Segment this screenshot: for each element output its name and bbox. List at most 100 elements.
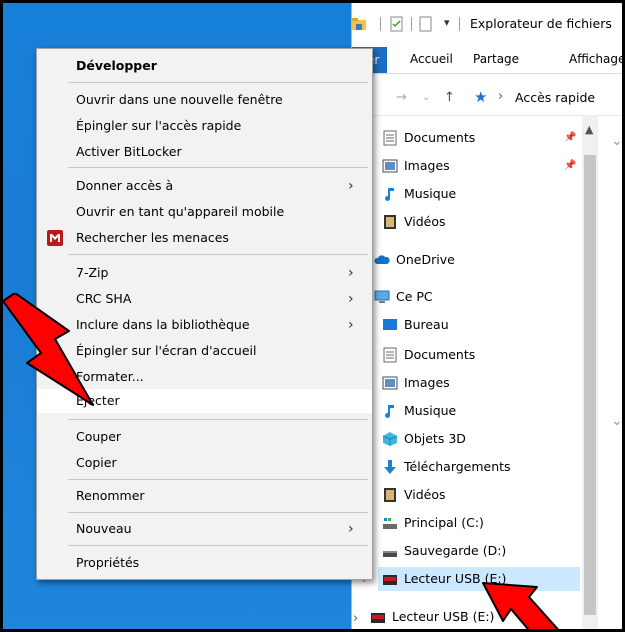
- images-icon: [382, 159, 398, 172]
- menu-item-open-mobile-device[interactable]: Ouvrir en tant qu'appareil mobile: [37, 200, 372, 224]
- menu-item-cut[interactable]: Couper: [37, 425, 372, 449]
- desktop-icon: [383, 318, 397, 330]
- tree-item-label: Objets 3D: [404, 431, 466, 446]
- submenu-chevron-icon: ›: [348, 317, 354, 333]
- title-bar: ▾ Explorateur de fichiers: [352, 3, 622, 45]
- tree-item-music[interactable]: Musique: [382, 182, 456, 206]
- document-icon: [383, 347, 397, 362]
- menu-separator: [68, 479, 368, 480]
- menu-item-scan-threats[interactable]: Rechercher les menaces: [37, 226, 372, 250]
- tree-item-drive-d[interactable]: Sauvegarde (D:): [382, 539, 506, 563]
- tree-item-drive-c[interactable]: Principal (C:): [382, 511, 484, 535]
- menu-separator: [68, 167, 368, 168]
- tree-item-videos[interactable]: Vidéos: [382, 483, 446, 507]
- tree-item-label: Vidéos: [404, 487, 446, 502]
- images-icon: [382, 376, 398, 389]
- menu-item-label: Nouveau: [76, 521, 132, 536]
- menu-item-label: Donner accès à: [76, 178, 174, 193]
- menu-separator: [68, 254, 368, 255]
- music-icon: [385, 404, 394, 418]
- tree-item-videos[interactable]: Vidéos: [382, 210, 446, 234]
- tree-item-label: OneDrive: [396, 252, 455, 267]
- menu-item-new[interactable]: Nouveau ›: [37, 517, 372, 541]
- cloud-icon: [374, 254, 390, 264]
- menu-item-label: Couper: [76, 429, 122, 444]
- menu-item-copy[interactable]: Copier: [37, 451, 372, 475]
- music-icon: [385, 187, 394, 201]
- menu-item-label: Copier: [76, 455, 117, 470]
- menu-separator: [68, 82, 368, 83]
- address-bar: → ⌄ ↑ ★ › Accès rapide: [352, 81, 622, 116]
- drive-icon: [383, 517, 397, 529]
- tree-item-3d-objects[interactable]: Objets 3D: [382, 427, 466, 451]
- usb-drive-icon: [383, 574, 397, 585]
- tree-item-label: Bureau: [404, 317, 449, 332]
- menu-item-enable-bitlocker[interactable]: Activer BitLocker: [37, 140, 372, 164]
- menu-item-7zip[interactable]: 7-Zip ›: [37, 261, 372, 285]
- toolbar-separator: [380, 17, 381, 31]
- tree-item-label: Images: [404, 158, 450, 173]
- menu-item-label: 7-Zip: [76, 265, 109, 280]
- submenu-chevron-icon: ›: [348, 265, 354, 281]
- tree-item-label: Images: [404, 375, 450, 390]
- tab-home[interactable]: Accueil: [410, 52, 453, 66]
- menu-separator: [68, 545, 368, 546]
- menu-item-rename[interactable]: Renommer: [37, 484, 372, 508]
- tree-item-label: Sauvegarde (D:): [404, 543, 507, 558]
- tree-item-onedrive[interactable]: OneDrive: [374, 248, 455, 272]
- recent-locations-icon[interactable]: ⌄: [422, 92, 430, 103]
- usb-drive-icon: [371, 612, 385, 623]
- breadcrumb[interactable]: Accès rapide: [515, 90, 595, 105]
- tree-item-label: Documents: [404, 130, 476, 145]
- menu-item-label: Renommer: [76, 488, 145, 503]
- menu-item-label: Activer BitLocker: [76, 144, 182, 159]
- mcafee-icon: [47, 230, 63, 246]
- tab-view[interactable]: Affichage: [569, 52, 622, 66]
- up-arrow-icon[interactable]: ↑: [444, 90, 455, 105]
- pin-icon: 📌: [564, 132, 577, 143]
- tree-item-music[interactable]: Musique: [382, 399, 456, 423]
- breadcrumb-chevron-icon: ›: [498, 89, 504, 104]
- submenu-chevron-icon: ›: [348, 521, 354, 537]
- cube-icon: [382, 431, 398, 446]
- tree-item-label: Musique: [404, 403, 457, 418]
- menu-item-label: Ouvrir dans une nouvelle fenêtre: [76, 92, 283, 107]
- tree-item-label: Principal (C:): [404, 515, 484, 530]
- toolbar-separator: [459, 17, 460, 31]
- annotation-arrow-eject: [3, 293, 94, 406]
- menu-item-open-new-window[interactable]: Ouvrir dans une nouvelle fenêtre: [37, 88, 372, 112]
- tree-item-label: Vidéos: [404, 214, 446, 229]
- menu-item-label: Rechercher les menaces: [76, 230, 229, 245]
- submenu-chevron-icon: ›: [348, 291, 354, 307]
- forward-icon[interactable]: →: [396, 90, 407, 105]
- tree-item-images[interactable]: Images: [382, 154, 450, 178]
- menu-item-pin-quick-access[interactable]: Épingler sur l'accès rapide: [37, 114, 372, 138]
- tree-item-documents[interactable]: Documents: [382, 343, 475, 367]
- tree-item-label: Ce PC: [396, 289, 433, 304]
- window-title: Explorateur de fichiers: [470, 16, 612, 31]
- tree-item-downloads[interactable]: Téléchargements: [382, 455, 511, 479]
- chevron-right-icon[interactable]: ›: [353, 611, 358, 626]
- menu-item-expand[interactable]: Développer: [37, 54, 372, 78]
- menu-item-give-access[interactable]: Donner accès à ›: [37, 174, 372, 198]
- drive-icon: [383, 550, 397, 557]
- menu-separator: [68, 419, 368, 420]
- tree-item-images[interactable]: Images: [382, 371, 450, 395]
- customize-quick-access-icon[interactable]: ▾: [444, 16, 450, 29]
- menu-item-properties[interactable]: Propriétés: [37, 551, 372, 575]
- properties-icon[interactable]: [389, 16, 405, 32]
- navigation-tree: Documents 📌 Images 📌 Musique Vidéos OneD…: [352, 115, 622, 629]
- tab-share[interactable]: Partage: [473, 52, 519, 66]
- menu-item-label: Propriétés: [76, 555, 140, 570]
- tree-item-desktop[interactable]: Bureau: [382, 313, 449, 337]
- annotation-arrow-usb-drive: [482, 582, 559, 629]
- tree-item-this-pc[interactable]: Ce PC: [374, 285, 433, 309]
- menu-item-label: Ouvrir en tant qu'appareil mobile: [76, 204, 285, 219]
- new-folder-icon[interactable]: [418, 16, 434, 32]
- screenshot-frame: ▾ Explorateur de fichiers hier Accueil P…: [0, 0, 625, 632]
- tree-item-label: Téléchargements: [404, 459, 511, 474]
- menu-item-label: Épingler sur l'accès rapide: [76, 118, 242, 133]
- tree-item-documents[interactable]: Documents: [382, 126, 475, 150]
- ribbon-tabs: hier Accueil Partage Affichage: [352, 47, 622, 74]
- menu-separator: [68, 512, 368, 513]
